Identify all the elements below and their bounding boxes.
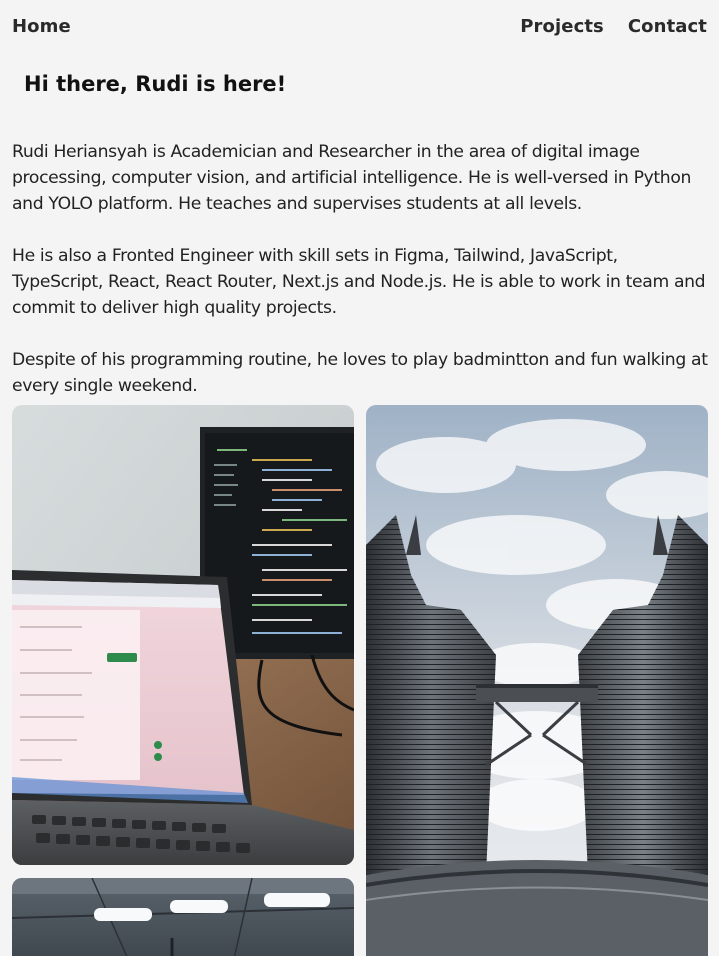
badminton-hall-image bbox=[12, 878, 354, 956]
nav-projects-link[interactable]: Projects bbox=[520, 16, 604, 37]
nav-contact-link[interactable]: Contact bbox=[628, 16, 707, 37]
twin-towers-image bbox=[366, 405, 708, 956]
laptop-workspace-image bbox=[12, 405, 354, 865]
badminton-hall-photo bbox=[12, 878, 354, 956]
bio-paragraph-hobbies: Despite of his programming routine, he l… bbox=[12, 350, 708, 396]
bio-paragraph-research: Rudi Heriansyah is Academician and Resea… bbox=[12, 142, 692, 214]
nav-right-group: Projects Contact bbox=[520, 16, 707, 37]
laptop-workspace-photo bbox=[12, 405, 354, 865]
top-navigation: Home Projects Contact bbox=[0, 0, 719, 52]
page-title: Hi there, Rudi is here! bbox=[24, 72, 287, 96]
bio-paragraph-engineering: He is also a Fronted Engineer with skill… bbox=[12, 246, 706, 318]
nav-home-link[interactable]: Home bbox=[12, 16, 71, 37]
twin-towers-photo bbox=[366, 405, 708, 956]
bio-section: Rudi Heriansyah is Academician and Resea… bbox=[12, 139, 709, 399]
